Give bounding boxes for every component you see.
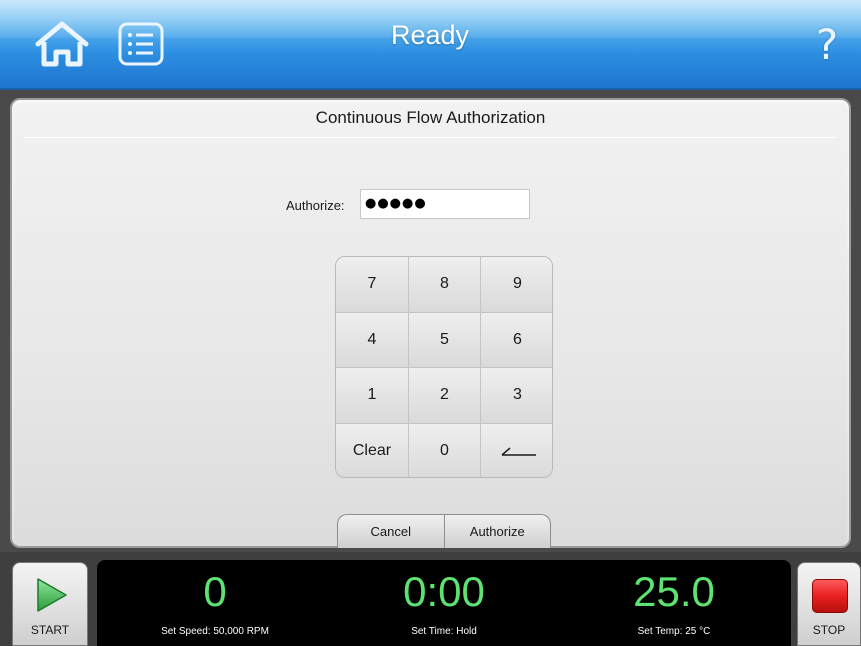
help-icon: ? xyxy=(815,19,839,69)
play-triangle-icon xyxy=(37,578,67,612)
start-button[interactable]: START xyxy=(12,562,88,646)
keypad-key-0[interactable]: 0 xyxy=(409,423,481,477)
keypad-key-6[interactable]: 6 xyxy=(481,312,552,368)
run-readout-display: 0 Set Speed: 50,000 RPM 0:00 Set Time: H… xyxy=(97,560,791,646)
home-icon xyxy=(35,21,89,67)
numeric-keypad: 7 8 9 4 5 6 1 2 3 Clear 0 xyxy=(335,256,553,478)
top-status-bar: Ready ? xyxy=(0,0,861,90)
authorize-button[interactable]: Authorize xyxy=(443,514,551,548)
speed-readout: 0 Set Speed: 50,000 RPM xyxy=(115,560,315,646)
run-control-bar: START 0 Set Speed: 50,000 RPM 0:00 Set T… xyxy=(0,552,861,646)
stop-button[interactable]: STOP xyxy=(797,562,861,646)
keypad-key-4[interactable]: 4 xyxy=(336,312,409,368)
dialog-action-buttons: Cancel Authorize xyxy=(337,514,551,548)
temperature-readout: 25.0 Set Temp: 25 °C xyxy=(574,560,774,646)
set-speed-text: Set Speed: 50,000 RPM xyxy=(161,626,269,637)
authorize-field-label: Authorize: xyxy=(286,198,345,213)
keypad-key-3[interactable]: 3 xyxy=(481,368,552,424)
status-title: Ready xyxy=(390,20,470,50)
keypad-key-8[interactable]: 8 xyxy=(409,257,481,313)
set-time-text: Set Time: Hold xyxy=(411,626,477,637)
keypad-key-1[interactable]: 1 xyxy=(336,368,409,424)
set-temperature-text: Set Temp: 25 °C xyxy=(637,626,711,637)
cancel-button[interactable]: Cancel xyxy=(337,514,444,548)
temperature-value: 25.0 xyxy=(633,568,715,615)
stop-label: STOP xyxy=(812,623,846,637)
time-value: 0:00 xyxy=(403,568,485,615)
list-menu-icon xyxy=(118,22,164,66)
authorization-dialog: Continuous Flow Authorization Authorize:… xyxy=(10,98,851,548)
keypad-key-7[interactable]: 7 xyxy=(336,257,409,313)
keypad-key-5[interactable]: 5 xyxy=(409,312,481,368)
home-button[interactable] xyxy=(30,18,94,70)
time-readout: 0:00 Set Time: Hold xyxy=(344,560,544,646)
stop-square-icon xyxy=(812,579,848,613)
backspace-arrow-icon xyxy=(501,447,536,456)
keypad-key-2[interactable]: 2 xyxy=(409,368,481,424)
start-label: START xyxy=(30,623,70,637)
dialog-title: Continuous Flow Authorization xyxy=(315,108,546,127)
menu-button[interactable] xyxy=(116,20,166,68)
keypad-clear-key[interactable]: Clear xyxy=(336,423,409,477)
help-button[interactable]: ? xyxy=(807,16,847,72)
authorize-password-field[interactable]: ●●●●● xyxy=(360,189,530,219)
keypad-backspace-key[interactable] xyxy=(481,423,552,477)
title-divider xyxy=(24,137,837,138)
speed-value: 0 xyxy=(203,568,227,615)
keypad-key-9[interactable]: 9 xyxy=(481,257,552,313)
